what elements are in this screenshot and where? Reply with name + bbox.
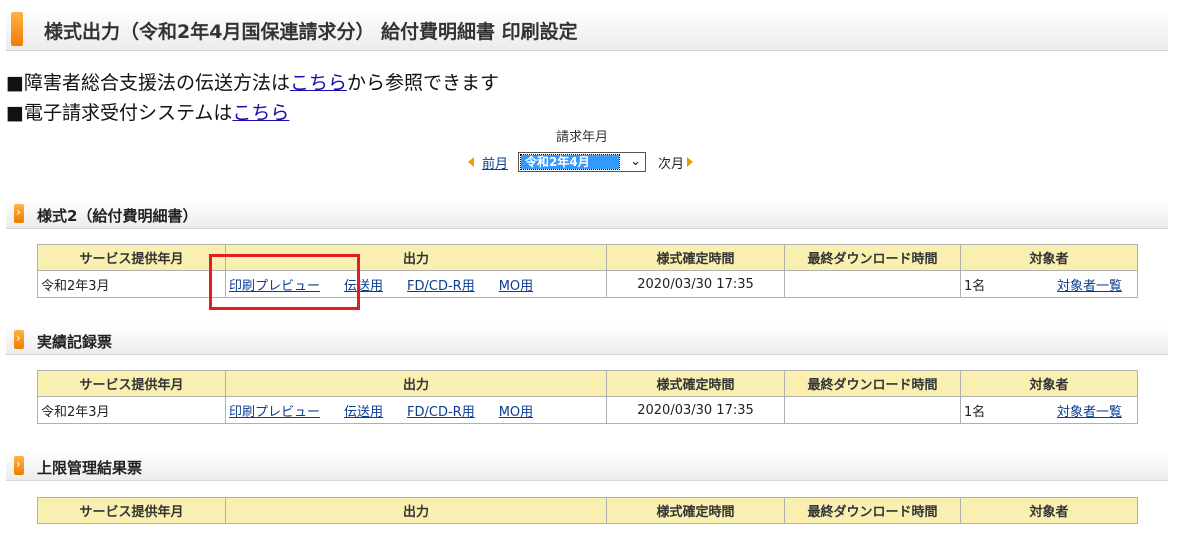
section-header-limit: 上限管理結果票 [6,452,1168,481]
col-confirmed-time: 様式確定時間 [606,244,785,271]
target-cell: 1名 対象者一覧 [960,270,1138,298]
col-confirmed-time: 様式確定時間 [606,370,785,397]
col-output: 出力 [225,244,607,271]
chevron-down-icon: ⌄ [630,154,642,169]
section-header-record: 実績記録票 [6,326,1168,355]
confirmed-time-cell: 2020/03/30 17:35 [606,396,785,424]
print-preview-link[interactable]: 印刷プレビュー [229,279,320,294]
prev-arrow-icon [468,157,474,167]
title-accent-bar [11,12,23,46]
col-last-download: 最終ダウンロード時間 [784,497,961,524]
section-header-form2: 様式2（給付費明細書） [6,200,1168,229]
col-last-download: 最終ダウンロード時間 [784,244,961,271]
section-title: 上限管理結果票 [37,459,143,477]
mo-link[interactable]: MO用 [499,405,533,420]
col-output: 出力 [225,370,607,397]
page-title-bar: 様式出力（令和2年4月国保連請求分） 給付費明細書 印刷設定 [6,8,1168,51]
transmission-link[interactable]: 伝送用 [344,405,383,420]
col-confirmed-time: 様式確定時間 [606,497,785,524]
col-service-month: サービス提供年月 [37,244,226,271]
notice-text: ■電子請求受付システムは [6,102,233,124]
section-accent-icon [14,204,24,223]
section-accent-icon [14,330,24,349]
table-header-row: サービス提供年月 出力 様式確定時間 最終ダウンロード時間 対象者 [37,244,1138,271]
output-links-cell: 印刷プレビュー 伝送用 FD/CD-R用 MO用 [225,396,607,424]
section-title: 実績記録票 [37,333,113,351]
next-arrow-icon [687,157,694,167]
page-title: 様式出力（令和2年4月国保連請求分） 給付費明細書 印刷設定 [44,21,578,43]
col-service-month: サービス提供年月 [37,497,226,524]
col-target: 対象者 [960,370,1138,397]
next-month-label[interactable]: 次月 [658,153,684,172]
selected-month-value: 令和2年4月 [520,154,621,170]
notice-transmission: ■障害者総合支援法の伝送方法はこちらから参照できます [6,68,499,95]
last-download-cell [784,270,961,298]
billing-month-select[interactable]: 令和2年4月 ⌄ [518,152,647,172]
transmission-method-link[interactable]: こちら [290,72,347,94]
limit-table: サービス提供年月 出力 様式確定時間 最終ダウンロード時間 対象者 [37,497,1138,524]
table-row: 令和2年3月 印刷プレビュー 伝送用 FD/CD-R用 MO用 2020/03/30 … [37,396,1138,424]
record-table: サービス提供年月 出力 様式確定時間 最終ダウンロード時間 対象者 令和2年3月… [37,370,1138,424]
print-preview-link[interactable]: 印刷プレビュー [229,405,320,420]
col-output: 出力 [225,497,607,524]
confirmed-time-cell: 2020/03/30 17:35 [606,270,785,298]
fd-cdr-link[interactable]: FD/CD-R用 [407,279,475,294]
target-list-link[interactable]: 対象者一覧 [1057,401,1122,420]
section-accent-icon [14,456,24,475]
form2-table: サービス提供年月 出力 様式確定時間 最終ダウンロード時間 対象者 令和2年3月… [37,244,1138,298]
target-count: 1名 [964,278,986,294]
last-download-cell [784,396,961,424]
table-row: 令和2年3月 印刷プレビュー 伝送用 FD/CD-R用 MO用 2020/03/30 … [37,270,1138,298]
month-navigator: 前月 令和2年4月 ⌄ 次月 [468,150,694,174]
target-count: 1名 [964,404,986,420]
table-header-row: サービス提供年月 出力 様式確定時間 最終ダウンロード時間 対象者 [37,497,1138,524]
fd-cdr-link[interactable]: FD/CD-R用 [407,405,475,420]
col-service-month: サービス提供年月 [37,370,226,397]
target-list-link[interactable]: 対象者一覧 [1057,275,1122,294]
target-cell: 1名 対象者一覧 [960,396,1138,424]
billing-month-label: 請求年月 [556,130,609,145]
col-last-download: 最終ダウンロード時間 [784,370,961,397]
notice-text: ■障害者総合支援法の伝送方法は [6,72,290,94]
e-billing-system-link[interactable]: こちら [232,102,289,124]
notice-text-suffix: から参照できます [346,72,499,94]
table-header-row: サービス提供年月 出力 様式確定時間 最終ダウンロード時間 対象者 [37,370,1138,397]
mo-link[interactable]: MO用 [499,279,533,294]
prev-month-link[interactable]: 前月 [482,153,508,172]
col-target: 対象者 [960,497,1138,524]
section-title: 様式2（給付費明細書） [37,207,198,225]
notice-e-billing: ■電子請求受付システムはこちら [6,98,289,125]
output-links-cell: 印刷プレビュー 伝送用 FD/CD-R用 MO用 [225,270,607,298]
transmission-link[interactable]: 伝送用 [344,279,383,294]
service-month-cell: 令和2年3月 [37,396,226,424]
service-month-cell: 令和2年3月 [37,270,226,298]
col-target: 対象者 [960,244,1138,271]
